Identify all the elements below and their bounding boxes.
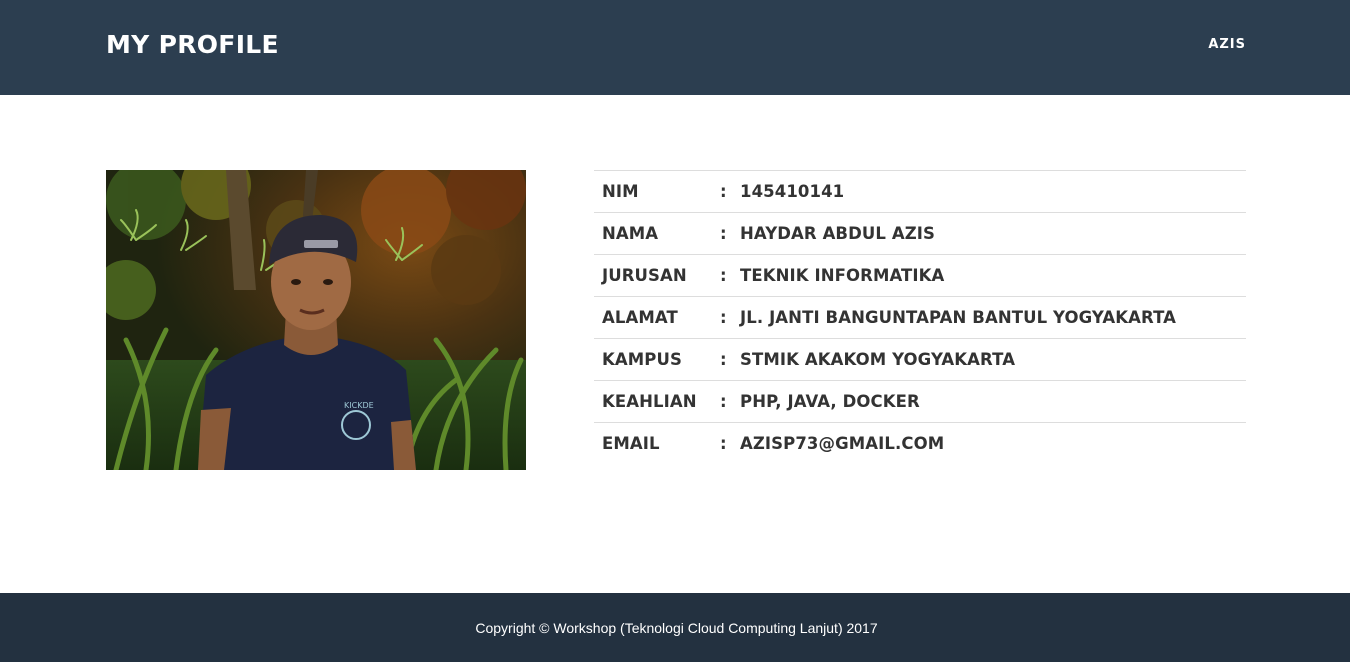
row-separator: : — [718, 380, 740, 423]
row-value-keahlian: PHP, JAVA, DOCKER — [740, 380, 1246, 423]
nav-link-azis[interactable]: AZIS — [1208, 37, 1246, 52]
profile-table: NIM : 145410141 NAMA : HAYDAR ABDUL AZIS… — [594, 170, 1246, 465]
row-separator: : — [718, 338, 740, 381]
row-value-jurusan: TEKNIK INFORMATIKA — [740, 254, 1246, 297]
row-value-nim: 145410141 — [740, 170, 1246, 213]
row-label-nim: NIM — [594, 170, 718, 213]
row-label-alamat: ALAMAT — [594, 296, 718, 339]
table-row: EMAIL : AZISP73@GMAIL.COM — [594, 422, 1246, 465]
row-label-jurusan: JURUSAN — [594, 254, 718, 297]
row-label-nama: NAMA — [594, 212, 718, 255]
row-separator: : — [718, 422, 740, 465]
table-row: KEAHLIAN : PHP, JAVA, DOCKER — [594, 380, 1246, 423]
row-value-kampus: STMIK AKAKOM YOGYAKARTA — [740, 338, 1246, 381]
table-row: JURUSAN : TEKNIK INFORMATIKA — [594, 254, 1246, 297]
table-row: NIM : 145410141 — [594, 170, 1246, 213]
table-row: KAMPUS : STMIK AKAKOM YOGYAKARTA — [594, 338, 1246, 381]
table-row: NAMA : HAYDAR ABDUL AZIS — [594, 212, 1246, 255]
table-row: ALAMAT : JL. JANTI BANGUNTAPAN BANTUL YO… — [594, 296, 1246, 339]
copyright-text: Copyright © Workshop (Teknologi Cloud Co… — [475, 620, 878, 636]
brand-title[interactable]: MY PROFILE — [106, 30, 279, 59]
row-label-keahlian: KEAHLIAN — [594, 380, 718, 423]
row-value-email: AZISP73@GMAIL.COM — [740, 422, 1246, 465]
footer: Copyright © Workshop (Teknologi Cloud Co… — [0, 593, 1350, 662]
shirt-logo-text: KICKDE — [344, 401, 374, 410]
navbar: MY PROFILE AZIS — [0, 0, 1350, 95]
row-separator: : — [718, 212, 740, 255]
row-value-nama: HAYDAR ABDUL AZIS — [740, 212, 1246, 255]
row-separator: : — [718, 296, 740, 339]
profile-photo: KICKDE — [106, 170, 526, 470]
row-label-email: EMAIL — [594, 422, 718, 465]
row-label-kampus: KAMPUS — [594, 338, 718, 381]
row-separator: : — [718, 170, 740, 213]
row-separator: : — [718, 254, 740, 297]
row-value-alamat: JL. JANTI BANGUNTAPAN BANTUL YOGYAKARTA — [740, 296, 1246, 339]
